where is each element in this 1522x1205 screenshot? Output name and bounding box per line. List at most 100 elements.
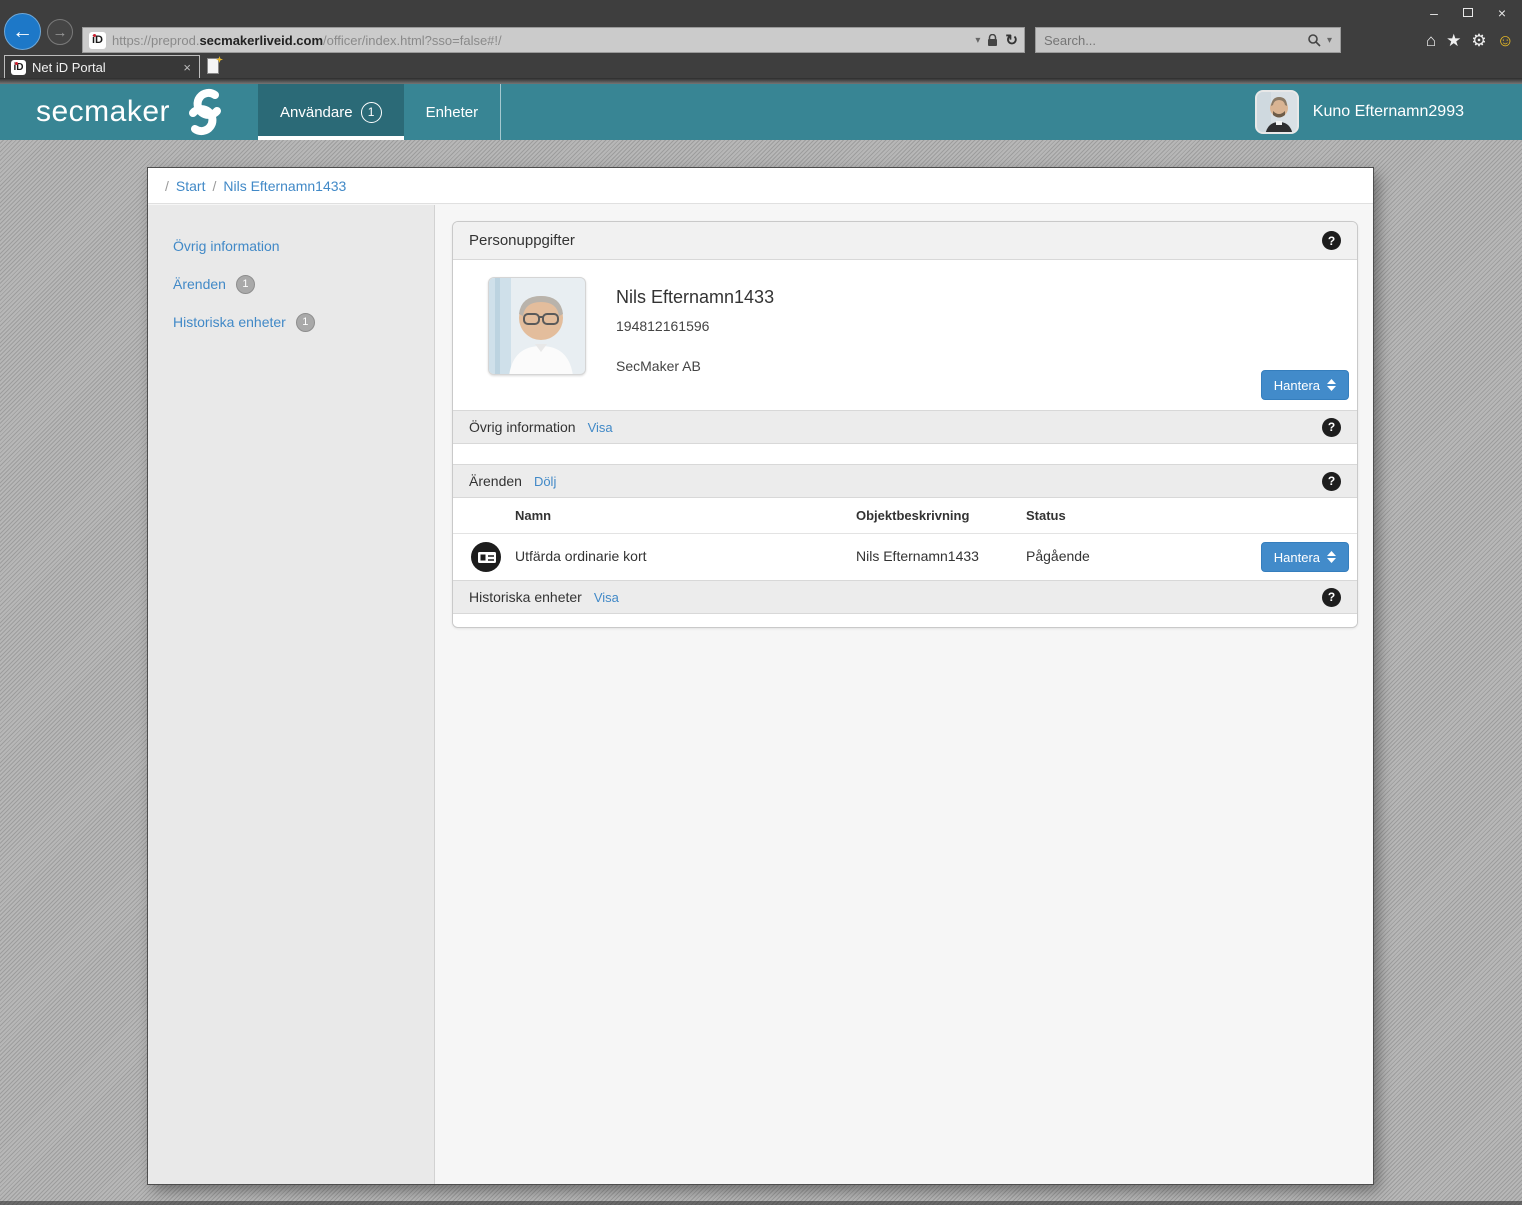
manage-button-label: Hantera <box>1274 378 1320 393</box>
sidebar-item-historiska-enheter[interactable]: Historiska enheter 1 <box>148 303 434 341</box>
app-content-window: / Start / Nils Efternamn1433 Övrig infor… <box>148 168 1373 1184</box>
panel-header: Personuppgifter ? <box>453 222 1357 260</box>
section-title: Historiska enheter <box>469 589 582 605</box>
breadcrumb-separator: / <box>165 178 169 194</box>
person-details: Nils Efternamn1433 194812161596 SecMaker… <box>453 260 1357 410</box>
address-bar-row: ← → iD https://preprod.secmakerliveid.co… <box>0 25 1522 55</box>
sidebar-item-label[interactable]: Historiska enheter <box>173 314 286 330</box>
user-name: Kuno Efternamn2993 <box>1313 103 1464 121</box>
user-avatar <box>1255 90 1299 134</box>
column-header-objektbeskrivning: Objektbeskrivning <box>856 508 969 523</box>
favicon-dot <box>15 62 18 65</box>
section-arenden: Ärenden Dölj ? <box>453 464 1357 498</box>
app-nav: Användare 1 Enheter <box>258 84 501 140</box>
maximize-button[interactable] <box>1454 2 1482 24</box>
case-status: Pågående <box>1026 548 1090 564</box>
panel-title: Personuppgifter <box>469 232 575 249</box>
sidebar-item-ovrig-information[interactable]: Övrig information <box>148 227 434 265</box>
feedback-smiley-icon[interactable]: ☺ <box>1497 32 1514 49</box>
breadcrumb-link-start[interactable]: Start <box>176 178 206 194</box>
main-content: Personuppgifter ? Nils Efternamn1433 194… <box>435 205 1373 1184</box>
search-dropdown-icon[interactable]: ▾ <box>1327 35 1332 46</box>
back-button[interactable]: ← <box>4 13 41 50</box>
section-historiska-enheter: Historiska enheter Visa ? <box>453 580 1357 614</box>
title-bar: – × <box>0 0 1522 25</box>
browser-window: – × ← → iD https://preprod.secmakerlivei… <box>0 0 1522 1205</box>
tab-favicon: iD <box>11 60 26 75</box>
settings-gear-icon[interactable]: ⚙ <box>1471 32 1486 49</box>
help-icon[interactable]: ? <box>1322 588 1341 607</box>
count-badge: 1 <box>296 313 315 332</box>
window-body: Övrig information Ärenden 1 Historiska e… <box>148 205 1373 1184</box>
sidebar-item-arenden[interactable]: Ärenden 1 <box>148 265 434 303</box>
help-icon[interactable]: ? <box>1322 231 1341 250</box>
breadcrumb-separator: / <box>212 178 216 194</box>
breadcrumb-link-person[interactable]: Nils Efternamn1433 <box>223 178 346 194</box>
browser-tab[interactable]: iD Net iD Portal × <box>4 55 200 78</box>
manage-button-label: Hantera <box>1274 550 1320 565</box>
case-object: Nils Efternamn1433 <box>856 548 979 564</box>
forward-button[interactable]: → <box>47 19 73 45</box>
case-table-row: Utfärda ordinarie kort Nils Efternamn143… <box>453 534 1357 580</box>
nav-tab-badge: 1 <box>361 102 382 123</box>
person-photo <box>488 277 586 375</box>
section-title: Ärenden <box>469 473 522 489</box>
sidebar-item-label[interactable]: Övrig information <box>173 238 280 254</box>
id-card-icon <box>471 542 501 572</box>
nav-tab-label: Enheter <box>426 104 479 121</box>
cases-table-header: Namn Objektbeskrivning Status <box>453 498 1357 534</box>
nav-tab-anvandare[interactable]: Användare 1 <box>258 84 404 140</box>
current-user[interactable]: Kuno Efternamn2993 <box>1255 84 1464 140</box>
search-icon[interactable] <box>1307 33 1321 47</box>
url-domain: secmakerliveid.com <box>199 33 323 48</box>
search-box[interactable]: ▾ <box>1035 27 1341 53</box>
url-dropdown-icon[interactable]: ▾ <box>975 35 980 46</box>
count-badge: 1 <box>236 275 255 294</box>
forward-icon: → <box>53 24 68 41</box>
app-header: secmaker Användare 1 Enheter Kuno Eftern… <box>0 84 1522 140</box>
updown-arrows-icon <box>1327 551 1336 563</box>
secmaker-logo[interactable]: secmaker <box>36 84 228 140</box>
section-ovrig-information: Övrig information Visa ? <box>453 410 1357 444</box>
nav-tab-enheter[interactable]: Enheter <box>404 84 502 140</box>
manage-case-button[interactable]: Hantera <box>1261 542 1349 572</box>
logo-text: secmaker <box>36 95 170 129</box>
person-name: Nils Efternamn1433 <box>616 287 774 308</box>
help-icon[interactable]: ? <box>1322 418 1341 437</box>
tab-strip: iD Net iD Portal × <box>0 55 1522 78</box>
site-favicon: iD <box>89 32 106 49</box>
column-header-status: Status <box>1026 508 1066 523</box>
search-input[interactable] <box>1044 33 1307 48</box>
nav-tab-label: Användare <box>280 104 353 121</box>
browser-toolbar-icons: ⌂ ★ ⚙ ☺ <box>1426 25 1514 55</box>
url-bar[interactable]: iD https://preprod.secmakerliveid.com/of… <box>82 27 1025 53</box>
url-text: https://preprod.secmakerliveid.com/offic… <box>112 33 975 48</box>
close-button[interactable]: × <box>1488 2 1516 24</box>
back-icon: ← <box>12 20 33 44</box>
hide-link[interactable]: Dölj <box>534 474 556 489</box>
favorites-star-icon[interactable]: ★ <box>1446 32 1461 49</box>
section-title: Övrig information <box>469 419 576 435</box>
window-controls: – × <box>1420 0 1516 25</box>
section-spacer <box>453 444 1357 464</box>
show-link[interactable]: Visa <box>594 590 619 605</box>
page-background: / Start / Nils Efternamn1433 Övrig infor… <box>0 140 1522 1205</box>
new-tab-button[interactable] <box>205 58 223 76</box>
manage-person-button[interactable]: Hantera <box>1261 370 1349 400</box>
new-tab-page-icon <box>207 58 219 74</box>
tab-title: Net iD Portal <box>32 60 181 75</box>
breadcrumb: / Start / Nils Efternamn1433 <box>148 168 1373 204</box>
person-organization: SecMaker AB <box>616 358 701 374</box>
minimize-button[interactable]: – <box>1420 2 1448 24</box>
show-link[interactable]: Visa <box>588 420 613 435</box>
panel-footer <box>453 614 1357 627</box>
sidebar: Övrig information Ärenden 1 Historiska e… <box>148 205 435 1184</box>
case-name: Utfärda ordinarie kort <box>515 548 647 564</box>
favicon-dot <box>93 34 96 37</box>
home-icon[interactable]: ⌂ <box>1426 32 1436 49</box>
help-icon[interactable]: ? <box>1322 472 1341 491</box>
sidebar-item-label[interactable]: Ärenden <box>173 276 226 292</box>
person-panel: Personuppgifter ? Nils Efternamn1433 194… <box>452 221 1358 628</box>
refresh-icon[interactable]: ↻ <box>1005 31 1018 49</box>
tab-close-icon[interactable]: × <box>181 60 193 75</box>
